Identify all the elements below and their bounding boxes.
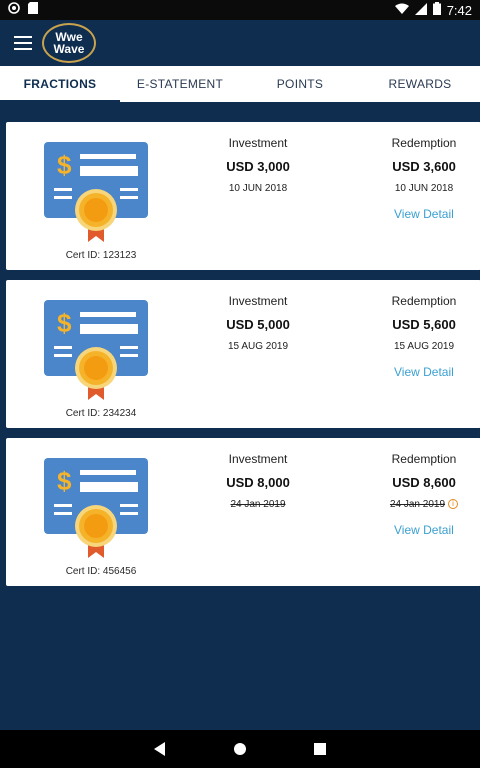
svg-text:$: $ xyxy=(57,308,72,338)
certificate-visual: $ Cert ID: 234234 xyxy=(16,292,176,422)
redemption-label: Redemption xyxy=(391,294,457,308)
redemption-date-row: 24 Jan 2019 i xyxy=(364,499,480,510)
investment-amount: USD 3,000 xyxy=(226,159,290,174)
investment-column: Investment USD 5,000 15 AUG 2019 xyxy=(198,294,318,352)
investment-column: Investment USD 3,000 10 JUN 2018 xyxy=(198,136,318,194)
certificate-visual: $ Cert ID: 123123 xyxy=(16,134,176,264)
status-right: 7:42 xyxy=(394,2,472,18)
app-bar: Wwe Wave xyxy=(0,20,480,66)
tab-points[interactable]: POINTS xyxy=(240,66,360,102)
redemption-column: Redemption USD 8,600 24 Jan 2019 i xyxy=(364,452,480,510)
certificate-icon: $ xyxy=(44,298,150,404)
redemption-date: 10 JUN 2018 xyxy=(394,183,454,194)
cert-id: Cert ID: 123123 xyxy=(65,250,137,261)
svg-text:$: $ xyxy=(57,466,72,496)
status-bar: 7:42 xyxy=(0,0,480,20)
svg-text:$: $ xyxy=(57,150,72,180)
status-time: 7:42 xyxy=(446,2,472,18)
redemption-date: 24 Jan 2019 xyxy=(389,499,446,510)
hamburger-menu-icon[interactable] xyxy=(12,32,34,54)
certificate-card: $ Cert ID: 123123 Investment USD 3,000 1 xyxy=(6,122,480,270)
investment-amount: USD 5,000 xyxy=(226,317,290,332)
system-nav-bar xyxy=(0,730,480,768)
sd-card-icon xyxy=(28,1,38,19)
notification-record-icon xyxy=(8,1,20,19)
investment-date: 10 JUN 2018 xyxy=(228,183,288,194)
redemption-date: 15 AUG 2019 xyxy=(393,341,455,352)
view-detail-link[interactable]: View Detail xyxy=(394,523,454,537)
view-detail-link[interactable]: View Detail xyxy=(394,207,454,221)
redemption-label: Redemption xyxy=(391,136,457,150)
redemption-amount: USD 5,600 xyxy=(392,317,456,332)
investment-column: Investment USD 8,000 24 Jan 2019 xyxy=(198,452,318,510)
recents-icon[interactable] xyxy=(310,739,330,759)
tab-bar: FRACTIONS E-STATEMENT POINTS REWARDS xyxy=(0,66,480,102)
certificate-card: $ Cert ID: 234234 Investment USD 5,000 1 xyxy=(6,280,480,428)
signal-icon xyxy=(414,2,427,18)
view-detail-link[interactable]: View Detail xyxy=(394,365,454,379)
home-icon[interactable] xyxy=(230,739,250,759)
redemption-column: Redemption USD 3,600 10 JUN 2018 xyxy=(364,136,480,194)
redemption-column: Redemption USD 5,600 15 AUG 2019 xyxy=(364,294,480,352)
investment-amount: USD 8,000 xyxy=(226,475,290,490)
investment-label: Investment xyxy=(228,136,288,150)
tab-e-statement[interactable]: E-STATEMENT xyxy=(120,66,240,102)
investment-date: 24 Jan 2019 xyxy=(230,499,286,510)
tab-fractions[interactable]: FRACTIONS xyxy=(0,66,120,102)
wifi-icon xyxy=(394,3,409,18)
investment-label: Investment xyxy=(228,294,288,308)
tab-rewards[interactable]: REWARDS xyxy=(360,66,480,102)
back-icon[interactable] xyxy=(150,739,170,759)
info-icon[interactable]: i xyxy=(448,499,459,510)
status-left xyxy=(8,1,38,19)
certificate-icon: $ xyxy=(44,456,150,562)
certificate-card: $ Cert ID: 456456 Investment USD 8,000 2 xyxy=(6,438,480,586)
investment-label: Investment xyxy=(228,452,288,466)
app-logo[interactable]: Wwe Wave xyxy=(42,23,96,63)
cert-id: Cert ID: 456456 xyxy=(65,566,137,577)
battery-icon xyxy=(432,2,441,18)
cert-id: Cert ID: 234234 xyxy=(65,408,137,419)
certificate-visual: $ Cert ID: 456456 xyxy=(16,450,176,580)
fractions-list: $ Cert ID: 123123 Investment USD 3,000 1 xyxy=(0,102,480,730)
redemption-label: Redemption xyxy=(391,452,457,466)
redemption-amount: USD 8,600 xyxy=(392,475,456,490)
logo-line-2: Wave xyxy=(53,42,85,56)
certificate-icon: $ xyxy=(44,140,150,246)
investment-date: 15 AUG 2019 xyxy=(227,341,289,352)
redemption-amount: USD 3,600 xyxy=(392,159,456,174)
